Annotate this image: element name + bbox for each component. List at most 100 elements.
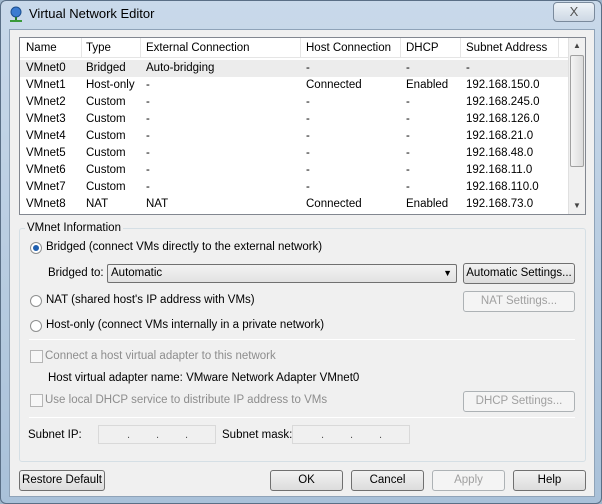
close-button[interactable]: X xyxy=(553,2,595,22)
scroll-up-icon[interactable]: ▲ xyxy=(569,38,585,54)
cell-type: Custom xyxy=(86,96,126,108)
cell-subnet-address: 192.168.245.0 xyxy=(466,96,540,108)
cell-subnet-address: - xyxy=(466,62,470,74)
table-row[interactable]: VMnet8 NAT NAT Connected Enabled 192.168.73.0 xyxy=(20,196,568,213)
cell-subnet-address: 192.168.11.0 xyxy=(466,164,533,176)
list-scrollbar[interactable]: ▲ ▼ xyxy=(568,38,585,214)
cell-dhcp: - xyxy=(406,96,410,108)
dhcp-label: Use local DHCP service to distribute IP … xyxy=(45,394,328,406)
restore-default-button[interactable]: Restore Default xyxy=(19,470,105,491)
cell-host-connection: - xyxy=(306,130,310,142)
cell-external-connection: - xyxy=(146,181,150,193)
cell-host-connection: - xyxy=(306,147,310,159)
separator xyxy=(29,417,575,418)
scroll-down-icon[interactable]: ▼ xyxy=(569,198,585,214)
cancel-button[interactable]: Cancel xyxy=(351,470,424,491)
bridged-to-select[interactable]: Automatic ▼ xyxy=(107,264,457,283)
cell-host-connection: - xyxy=(306,113,310,125)
column-header-dhcp[interactable]: DHCP xyxy=(406,42,439,54)
cell-subnet-address: 192.168.150.0 xyxy=(466,79,540,91)
subnet-mask-input[interactable]: ... xyxy=(292,425,410,444)
subnet-ip-input[interactable]: ... xyxy=(98,425,216,444)
nat-label[interactable]: NAT (shared host's IP address with VMs) xyxy=(46,294,255,306)
bridged-label[interactable]: Bridged (connect VMs directly to the ext… xyxy=(46,241,322,253)
cell-host-connection: - xyxy=(306,96,310,108)
connect-adapter-label: Connect a host virtual adapter to this n… xyxy=(45,350,276,362)
cell-subnet-address: 192.168.110.0 xyxy=(466,181,539,193)
cell-host-connection: Connected xyxy=(306,79,362,91)
dhcp-checkbox[interactable] xyxy=(30,394,43,407)
cell-external-connection: - xyxy=(146,79,150,91)
cell-dhcp: Enabled xyxy=(406,79,449,91)
apply-button[interactable]: Apply xyxy=(432,470,505,491)
automatic-settings-button[interactable]: Automatic Settings... xyxy=(463,263,575,284)
bridged-radio[interactable] xyxy=(30,242,42,254)
dialog-window: Virtual Network Editor X Name Type Exter… xyxy=(0,0,602,504)
cell-external-connection: Auto-bridging xyxy=(146,62,215,74)
host-only-label[interactable]: Host-only (connect VMs internally in a p… xyxy=(46,319,324,331)
window-title: Virtual Network Editor xyxy=(29,6,155,21)
cell-external-connection: - xyxy=(146,96,150,108)
separator xyxy=(29,339,575,340)
nat-settings-button[interactable]: NAT Settings... xyxy=(463,291,575,312)
cell-dhcp: - xyxy=(406,113,410,125)
cell-type: Custom xyxy=(86,130,126,142)
network-list[interactable]: Name Type External Connection Host Conne… xyxy=(19,37,586,215)
table-row[interactable]: VMnet5 Custom - - - 192.168.48.0 xyxy=(20,145,568,162)
cell-type: Custom xyxy=(86,181,126,193)
subnet-mask-label: Subnet mask: xyxy=(222,429,293,441)
cell-name: VMnet3 xyxy=(26,113,66,125)
cell-type: Custom xyxy=(86,113,126,125)
cell-name: VMnet4 xyxy=(26,130,66,142)
scrollbar-thumb[interactable] xyxy=(570,55,584,167)
dialog-body: Name Type External Connection Host Conne… xyxy=(9,29,595,497)
cell-name: VMnet6 xyxy=(26,164,66,176)
cell-name: VMnet0 xyxy=(26,62,66,74)
table-row[interactable]: VMnet0 Bridged Auto-bridging - - - xyxy=(20,60,568,77)
connect-adapter-checkbox[interactable] xyxy=(30,350,43,363)
host-only-radio[interactable] xyxy=(30,320,42,332)
column-header-name[interactable]: Name xyxy=(26,42,57,54)
table-row[interactable]: VMnet7 Custom - - - 192.168.110.0 xyxy=(20,179,568,196)
dropdown-arrow-icon: ▼ xyxy=(443,268,452,278)
cell-subnet-address: 192.168.48.0 xyxy=(466,147,534,159)
subnet-ip-label: Subnet IP: xyxy=(28,429,82,441)
cell-host-connection: - xyxy=(306,164,310,176)
cell-host-connection: Connected xyxy=(306,198,362,210)
list-header: Name Type External Connection Host Conne… xyxy=(20,38,568,58)
table-row[interactable]: VMnet6 Custom - - - 192.168.11.0 xyxy=(20,162,568,179)
cell-external-connection: NAT xyxy=(146,198,169,210)
cell-name: VMnet8 xyxy=(26,198,66,210)
cell-host-connection: - xyxy=(306,62,310,74)
cell-dhcp: - xyxy=(406,147,410,159)
cell-external-connection: - xyxy=(146,130,150,142)
nat-radio[interactable] xyxy=(30,295,42,307)
cell-host-connection: - xyxy=(306,181,310,193)
column-header-external[interactable]: External Connection xyxy=(146,42,250,54)
cell-name: VMnet2 xyxy=(26,96,66,108)
cell-dhcp: - xyxy=(406,62,410,74)
bridged-to-value: Automatic xyxy=(111,267,163,279)
cell-type: Bridged xyxy=(86,62,126,74)
cell-name: VMnet7 xyxy=(26,181,66,193)
network-globe-icon xyxy=(10,6,22,22)
table-row[interactable]: VMnet1 Host-only - Connected Enabled 192.168.… xyxy=(20,77,568,94)
cell-name: VMnet1 xyxy=(26,79,66,91)
cell-name: VMnet5 xyxy=(26,147,66,159)
cell-type: Host-only xyxy=(86,79,135,91)
cell-dhcp: - xyxy=(406,181,410,193)
column-header-host[interactable]: Host Connection xyxy=(306,42,391,54)
cell-external-connection: - xyxy=(146,147,150,159)
cell-subnet-address: 192.168.21.0 xyxy=(466,130,534,142)
column-header-subnet[interactable]: Subnet Address xyxy=(466,42,547,54)
help-button[interactable]: Help xyxy=(513,470,586,491)
table-row[interactable]: VMnet3 Custom - - - 192.168.126.0 xyxy=(20,111,568,128)
cell-subnet-address: 192.168.126.0 xyxy=(466,113,540,125)
ok-button[interactable]: OK xyxy=(270,470,343,491)
column-header-type[interactable]: Type xyxy=(86,42,111,54)
table-row[interactable]: VMnet4 Custom - - - 192.168.21.0 xyxy=(20,128,568,145)
adapter-name-text: Host virtual adapter name: VMware Networ… xyxy=(48,372,360,384)
cell-dhcp: - xyxy=(406,130,410,142)
table-row[interactable]: VMnet2 Custom - - - 192.168.245.0 xyxy=(20,94,568,111)
dhcp-settings-button[interactable]: DHCP Settings... xyxy=(463,391,575,412)
